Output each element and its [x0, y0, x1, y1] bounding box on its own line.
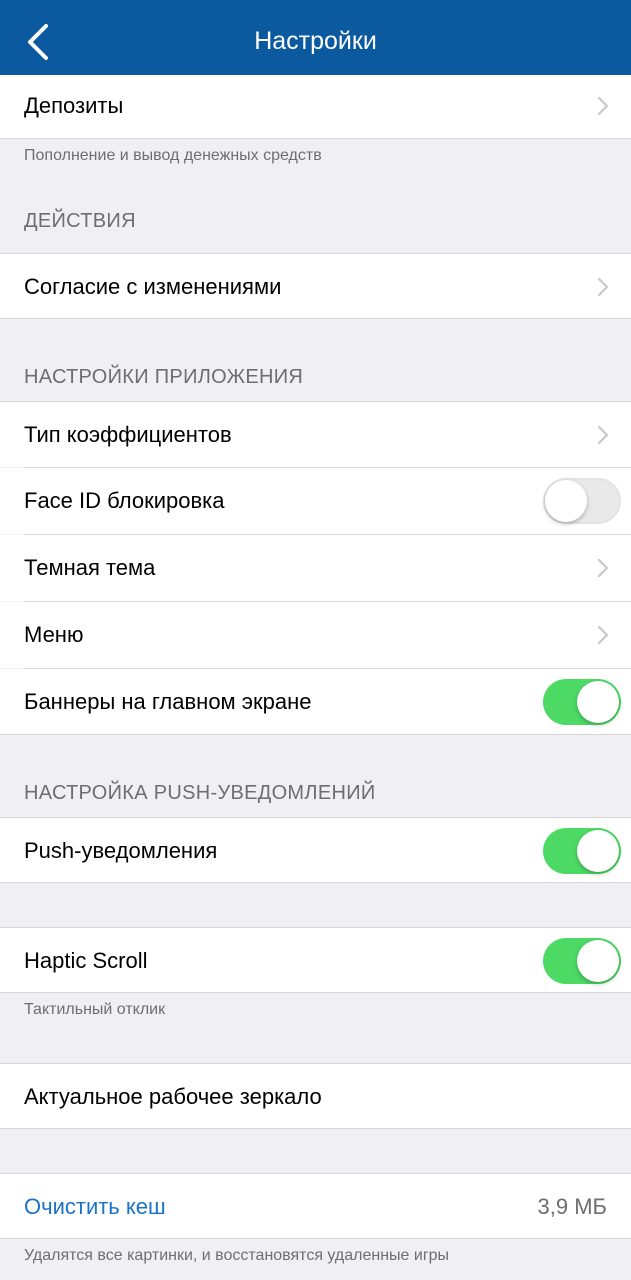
chevron-right-icon: [597, 96, 609, 116]
deposits-label: Депозиты: [24, 93, 124, 118]
toggle-knob: [577, 940, 619, 982]
app-settings-section-header: НАСТРОЙКИ ПРИЛОЖЕНИЯ: [24, 366, 304, 388]
clear-cache-row[interactable]: Очистить кеш 3,9 МБ: [0, 1173, 631, 1239]
mirror-label: Актуальное рабочее зеркало: [24, 1084, 322, 1109]
odds-type-row[interactable]: Тип коэффициентов: [0, 401, 631, 468]
push-toggle[interactable]: [543, 828, 621, 874]
cache-size-value: 3,9 МБ: [537, 1194, 607, 1219]
toggle-knob: [577, 830, 619, 872]
consent-label: Согласие с изменениями: [24, 274, 282, 299]
haptic-footer: Тактильный отклик: [24, 1001, 166, 1018]
menu-label: Меню: [24, 622, 84, 647]
page-title: Настройки: [254, 27, 377, 55]
haptic-toggle[interactable]: [543, 938, 621, 984]
haptic-row: Haptic Scroll: [0, 927, 631, 993]
dark-theme-label: Темная тема: [24, 555, 156, 580]
haptic-label: Haptic Scroll: [24, 948, 148, 973]
menu-row[interactable]: Меню: [0, 602, 631, 669]
toggle-knob: [545, 480, 587, 522]
chevron-right-icon: [597, 277, 609, 297]
toggle-knob: [577, 681, 619, 723]
chevron-right-icon: [597, 425, 609, 445]
banners-toggle[interactable]: [543, 679, 621, 725]
face-id-label: Face ID блокировка: [24, 488, 225, 513]
push-section-header: НАСТРОЙКА PUSH-УВЕДОМЛЕНИЙ: [24, 782, 376, 804]
deposits-row[interactable]: Депозиты: [0, 75, 631, 139]
banners-label: Баннеры на главном экране: [24, 689, 312, 714]
face-id-toggle[interactable]: [543, 478, 621, 524]
chevron-right-icon: [597, 558, 609, 578]
navigation-bar: Настройки: [0, 0, 631, 75]
push-row: Push-уведомления: [0, 817, 631, 883]
odds-type-label: Тип коэффициентов: [24, 422, 232, 447]
face-id-row: Face ID блокировка: [0, 468, 631, 535]
push-label: Push-уведомления: [24, 838, 218, 863]
clear-cache-footer: Удалятся все картинки, и восстановятся у…: [24, 1247, 450, 1264]
dark-theme-row[interactable]: Темная тема: [0, 535, 631, 602]
consent-row[interactable]: Согласие с изменениями: [0, 253, 631, 319]
chevron-right-icon: [597, 625, 609, 645]
mirror-row[interactable]: Актуальное рабочее зеркало: [0, 1063, 631, 1129]
deposits-footer: Пополнение и вывод денежных средств: [24, 147, 322, 164]
actions-section-header: ДЕЙСТВИЯ: [24, 210, 136, 232]
banners-row: Баннеры на главном экране: [0, 669, 631, 735]
clear-cache-link[interactable]: Очистить кеш: [24, 1174, 166, 1240]
